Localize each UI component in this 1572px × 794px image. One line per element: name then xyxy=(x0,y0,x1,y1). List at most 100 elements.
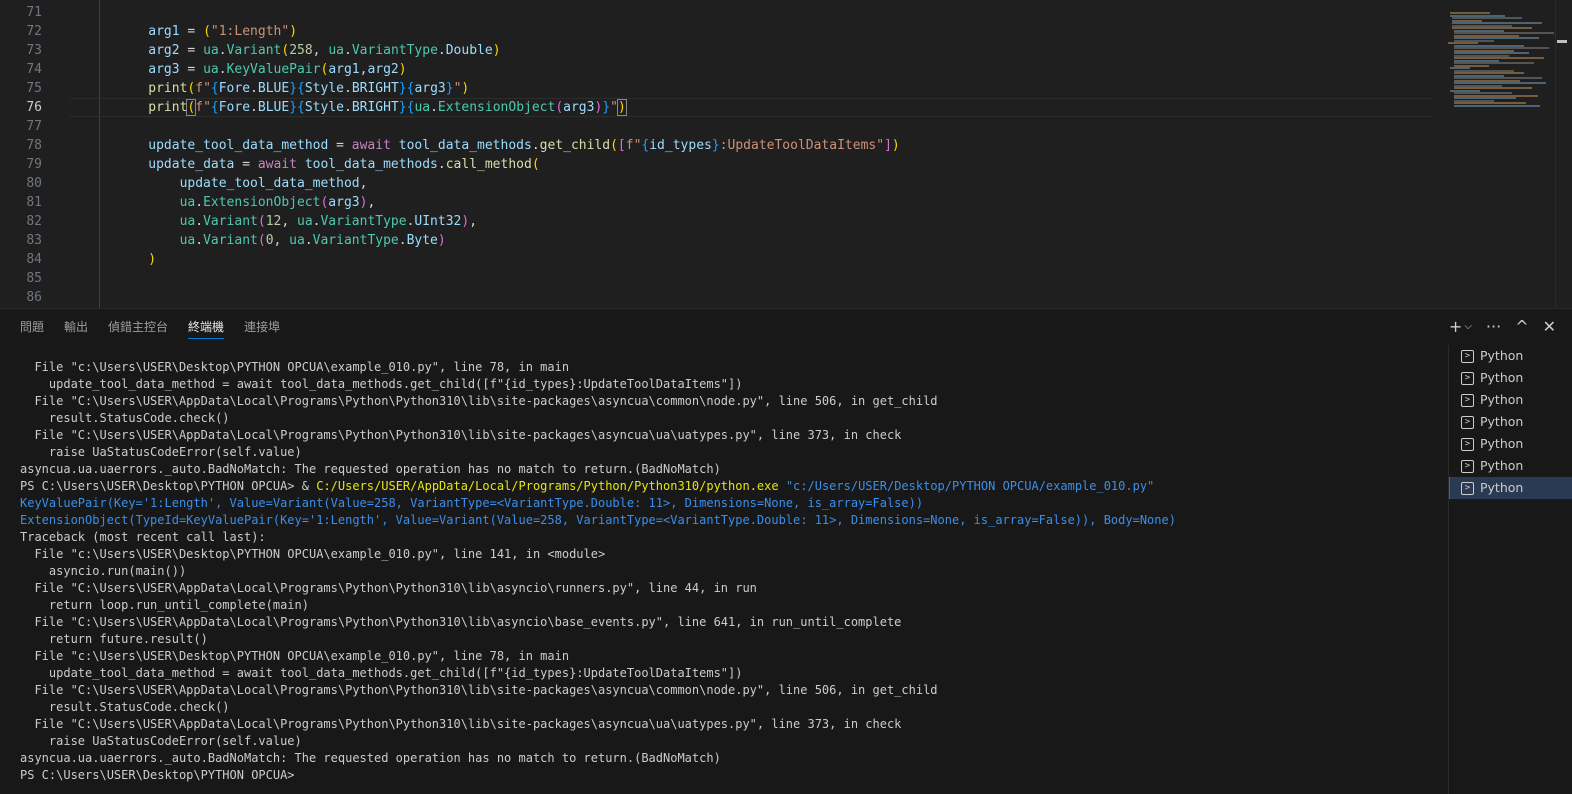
tab-debug-console[interactable]: 偵錯主控台 xyxy=(108,309,168,345)
code-line-77[interactable] xyxy=(70,117,1432,136)
code-token: tool_data_methods xyxy=(304,157,438,172)
code-token: ) xyxy=(398,62,407,77)
code-line-80[interactable]: update_tool_data_method, xyxy=(70,174,1432,193)
code-line-73[interactable]: arg2 = ua.Variant(258, ua.VariantType.Do… xyxy=(70,41,1432,60)
terminal-session-item[interactable]: > Python xyxy=(1449,345,1572,367)
editor-scrollbar[interactable] xyxy=(1555,0,1570,308)
code-token: Variant xyxy=(226,43,282,58)
code-editor[interactable]: 71 72 73 74 75 76 77 78 79 80 81 82 83 8… xyxy=(0,0,1572,308)
code-token: , xyxy=(469,214,478,229)
terminal-line: raise UaStatusCodeError(self.value) xyxy=(20,734,302,748)
terminal-session-item[interactable]: > Python xyxy=(1449,411,1572,433)
terminal-line: File "C:\Users\USER\AppData\Local\Progra… xyxy=(20,683,938,697)
code-token: . xyxy=(398,233,407,248)
terminal-prompt-line[interactable]: PS C:\Users\USER\Desktop\PYTHON OPCUA> xyxy=(20,767,1440,784)
terminal-session-item[interactable]: > Python xyxy=(1449,367,1572,389)
terminal-line: File "C:\Users\USER\AppData\Local\Progra… xyxy=(20,394,938,408)
code-token: { xyxy=(210,100,219,115)
code-token: . xyxy=(195,195,204,210)
minimap[interactable] xyxy=(1440,0,1556,308)
close-panel-icon[interactable]: ✕ xyxy=(1543,315,1556,339)
code-line-75[interactable]: print(f"{Fore.BLUE}{Style.BRIGHT}{arg3}"… xyxy=(70,79,1432,98)
code-line-82[interactable]: ua.Variant(12, ua.VariantType.UInt32), xyxy=(70,212,1432,231)
code-line-71[interactable] xyxy=(70,3,1432,22)
code-token: . xyxy=(531,138,540,153)
code-token: { xyxy=(297,81,305,96)
code-line-84[interactable]: ) xyxy=(70,250,1432,269)
terminal-line: raise UaStatusCodeError(self.value) xyxy=(20,445,302,459)
terminal-session-item[interactable]: > Python xyxy=(1449,455,1572,477)
code-line-83[interactable]: ua.Variant(0, ua.VariantType.Byte) xyxy=(70,231,1432,250)
code-line-72[interactable]: arg1 = ("1:Length") xyxy=(70,22,1432,41)
code-token: = xyxy=(179,43,204,58)
code-token: f" xyxy=(625,138,642,153)
code-token: } xyxy=(398,100,407,115)
code-token: 258 xyxy=(289,43,313,58)
line-number: 74 xyxy=(26,62,42,77)
code-token: 12 xyxy=(265,214,282,229)
code-token: ExtensionObject xyxy=(437,100,556,115)
terminal-line: Traceback (most recent call last): xyxy=(20,530,266,544)
new-terminal-icon[interactable]: + xyxy=(1449,315,1462,339)
terminal-line-blue: ExtensionObject(TypeId=KeyValuePair(Key=… xyxy=(20,513,1176,527)
terminal-icon: > xyxy=(1461,437,1474,451)
code-line-85[interactable] xyxy=(70,269,1432,288)
code-token: arg3 xyxy=(563,100,595,115)
code-token: } xyxy=(289,100,298,115)
terminal-line: result.StatusCode.check() xyxy=(20,700,230,714)
code-token: . xyxy=(304,233,313,248)
terminal-session-item[interactable]: > Python xyxy=(1449,433,1572,455)
code-token: ua xyxy=(289,233,305,248)
code-token: :UpdateToolDataItems" xyxy=(719,138,885,153)
code-token: . xyxy=(250,81,258,96)
code-line-81[interactable]: ua.ExtensionObject(arg3), xyxy=(70,193,1432,212)
panel-actions: + ⌵ ··· ^ ✕ xyxy=(1449,315,1556,339)
bracket-match: ) xyxy=(616,99,627,116)
code-line-74[interactable]: arg3 = ua.KeyValuePair(arg1,arg2) xyxy=(70,60,1432,79)
code-line-78[interactable]: update_tool_data_method = await tool_dat… xyxy=(70,136,1432,155)
tab-ports[interactable]: 連接埠 xyxy=(244,309,280,345)
code-token: ) xyxy=(148,252,157,267)
terminal-line: File "c:\Users\USER\Desktop\PYTHON OPCUA… xyxy=(20,649,570,663)
code-line-79[interactable]: update_data = await tool_data_methods.ca… xyxy=(70,155,1432,174)
code-line-86[interactable] xyxy=(70,288,1432,307)
tab-problems[interactable]: 問題 xyxy=(20,309,44,345)
code-token: arg2 xyxy=(148,43,180,58)
more-actions-icon[interactable]: ··· xyxy=(1486,315,1501,339)
code-token: await xyxy=(257,157,297,172)
tab-output[interactable]: 輸出 xyxy=(64,309,88,345)
code-token: ) xyxy=(437,233,446,248)
code-token: UInt32 xyxy=(414,214,462,229)
code-token: arg3 xyxy=(414,81,446,96)
code-token: ] xyxy=(884,138,892,153)
code-token: . xyxy=(343,100,352,115)
code-lines[interactable]: arg1 = ("1:Length") arg2 = ua.Variant(25… xyxy=(70,3,1432,307)
code-token: BRIGHT xyxy=(351,81,399,96)
code-token: KeyValuePair xyxy=(226,62,321,77)
code-token: Variant xyxy=(203,233,258,248)
maximize-panel-icon[interactable]: ^ xyxy=(1515,315,1528,339)
line-number: 79 xyxy=(26,157,42,172)
code-token: { xyxy=(297,100,305,115)
code-token: ua xyxy=(414,100,431,115)
chevron-down-icon[interactable]: ⌵ xyxy=(1464,315,1472,339)
session-label: Python xyxy=(1480,436,1524,451)
command-argument: "c:/Users/USER/Desktop/PYTHON OPCUA/exam… xyxy=(785,479,1155,493)
tab-terminal[interactable]: 終端機 xyxy=(188,309,225,345)
terminal-line: return loop.run_until_complete(main) xyxy=(20,598,309,612)
code-token: } xyxy=(398,81,407,96)
line-number: 81 xyxy=(26,195,42,210)
terminal-session-item-selected[interactable]: > Python xyxy=(1449,477,1572,499)
code-token: BLUE xyxy=(257,100,290,115)
session-label: Python xyxy=(1480,348,1524,363)
terminal-session-item[interactable]: > Python xyxy=(1449,389,1572,411)
terminal-line: File "c:\Users\USER\Desktop\PYTHON OPCUA… xyxy=(20,547,606,561)
code-token: update_data xyxy=(148,157,235,172)
terminal-output[interactable]: File "c:\Users\USER\Desktop\PYTHON OPCUA… xyxy=(20,359,1440,784)
code-token: = xyxy=(234,157,258,172)
code-line-76[interactable]: print(f"{Fore.BLUE}{Style.BRIGHT}{ua.Ext… xyxy=(70,98,1432,117)
terminal-line: File "C:\Users\USER\AppData\Local\Progra… xyxy=(20,581,757,595)
code-token: ua xyxy=(297,214,313,229)
terminal-line: update_tool_data_method = await tool_dat… xyxy=(20,666,743,680)
